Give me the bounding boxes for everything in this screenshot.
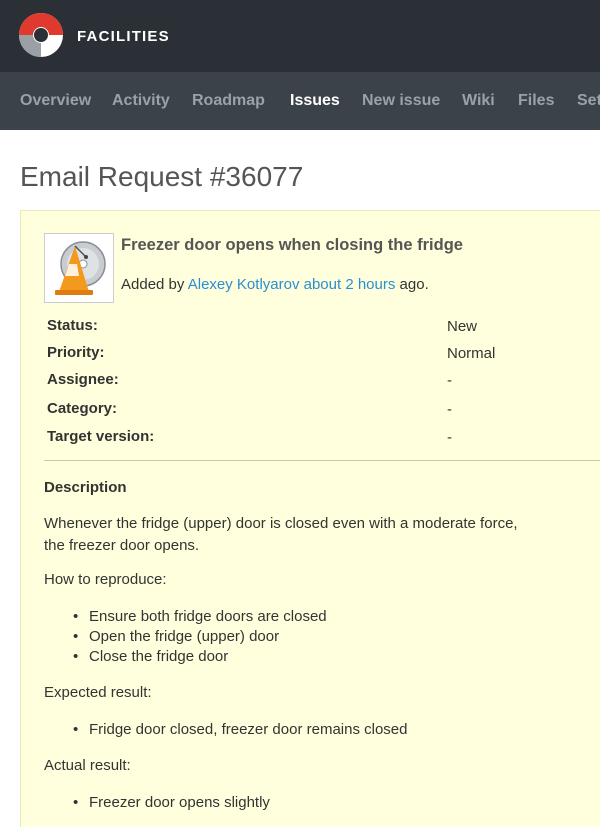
main-nav: Overview Activity Roadmap Issues New iss… [0,72,600,130]
author-link[interactable]: Alexey Kotlyarov [188,276,300,293]
tab-activity[interactable]: Activity [112,92,170,110]
expected-result-label: Expected result: [44,684,152,701]
target-version-label: Target version: [47,428,155,445]
author-line: Added by Alexey Kotlyarov about 2 hours … [121,276,429,293]
tab-wiki[interactable]: Wiki [462,92,495,110]
list-item: Fridge door closed, freezer door remains… [73,721,407,738]
avatar [44,233,114,303]
assignee-label: Assignee: [47,371,119,388]
tab-files[interactable]: Files [518,92,554,110]
priority-value: Normal [447,345,496,362]
target-version-value: - [447,429,452,446]
tab-roadmap[interactable]: Roadmap [192,92,265,110]
list-item: Close the fridge door [73,648,228,665]
list-item: Freezer door opens slightly [73,794,270,811]
status-value: New [447,318,478,335]
page-title: Email Request #36077 [20,161,304,192]
tab-settings[interactable]: Settings [577,92,600,110]
description-line-2: the freezer door opens. [44,537,200,554]
time-ago-link[interactable]: about 2 hours [304,276,396,293]
ago-label: ago. [399,276,429,293]
vlc-cone-avatar [55,241,106,295]
priority-label: Priority: [47,344,105,361]
divider [44,460,600,461]
description-heading: Description [44,479,127,496]
category-label: Category: [47,400,118,417]
assignee-value: - [447,372,452,389]
list-item: Ensure both fridge doors are closed [73,608,327,625]
list-item: Open the fridge (upper) door [73,628,279,645]
tab-overview[interactable]: Overview [20,92,91,110]
description-line-1: Whenever the fridge (upper) door is clos… [44,515,518,532]
tab-issues[interactable]: Issues [290,92,340,110]
actual-result-label: Actual result: [44,757,131,774]
tab-new-issue[interactable]: New issue [362,92,440,110]
top-bar: FACILITIES [0,0,600,72]
category-value: - [447,401,452,418]
app-name[interactable]: FACILITIES [77,28,170,45]
issue-details: Freezer door opens when closing the frid… [20,210,600,827]
status-label: Status: [47,317,98,334]
how-to-reproduce-label: How to reproduce: [44,571,167,588]
added-by-label: Added by [121,276,185,293]
facilities-logo-icon[interactable] [18,12,64,58]
issue-subject: Freezer door opens when closing the frid… [121,236,463,254]
